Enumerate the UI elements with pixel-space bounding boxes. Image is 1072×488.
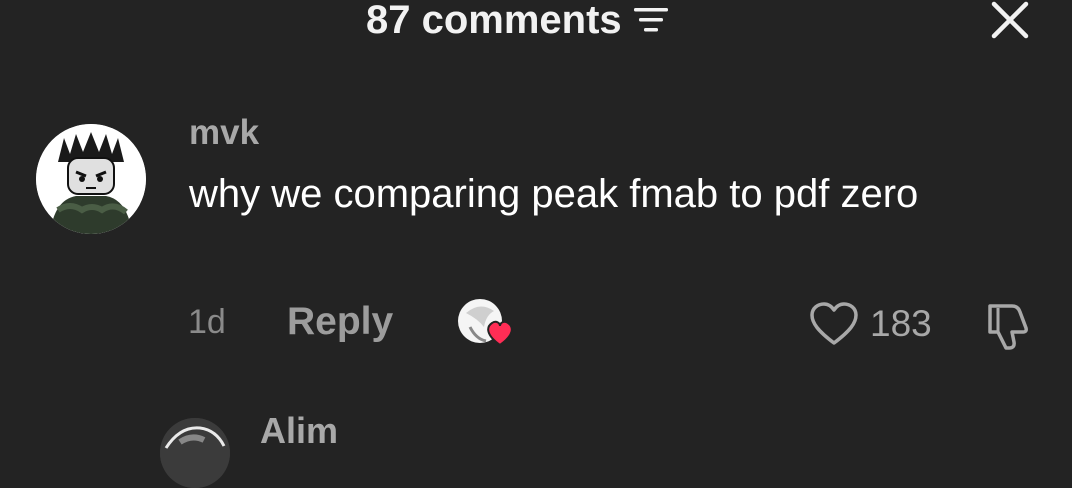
avatar[interactable]: [36, 124, 146, 234]
thumbs-down-icon[interactable]: [982, 300, 1034, 352]
sort-icon[interactable]: [630, 4, 672, 36]
comments-header: 87 comments: [0, 0, 1072, 44]
comments-title-group[interactable]: 87 comments: [366, 0, 672, 42]
comment-text: why we comparing peak fmab to pdf zero: [189, 172, 919, 216]
comment-timestamp: 1d: [188, 303, 226, 341]
next-comment-username[interactable]: Alim: [260, 410, 338, 452]
avatar-illustration: [160, 418, 230, 488]
like-count: 183: [870, 303, 932, 344]
avatar-illustration: [36, 124, 146, 234]
comments-count-title: 87 comments: [366, 0, 622, 42]
creator-liked-badge: [456, 297, 518, 349]
comment-username[interactable]: mvk: [189, 113, 259, 153]
close-icon[interactable]: [988, 0, 1032, 40]
next-comment-avatar[interactable]: [160, 418, 230, 488]
like-button[interactable]: 183: [808, 300, 932, 348]
creator-heart-avatar-icon: [458, 299, 513, 347]
heart-outline-icon[interactable]: [808, 301, 860, 347]
reply-button[interactable]: Reply: [287, 300, 393, 344]
